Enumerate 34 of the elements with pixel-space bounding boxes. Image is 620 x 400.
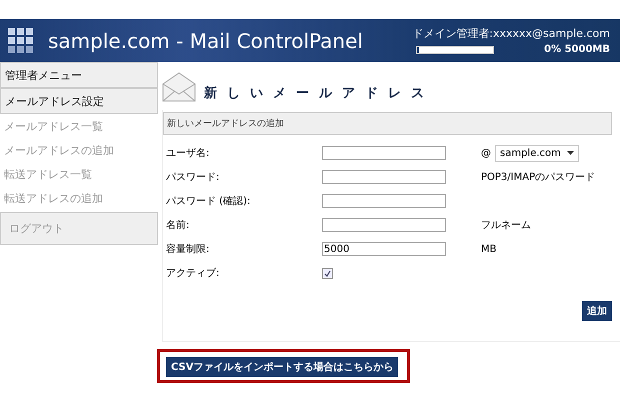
- field-hint: MB: [481, 244, 496, 254]
- section-heading: 新しいメールアドレスの追加: [163, 112, 612, 135]
- admin-account: ドメイン管理者:xxxxxx@sample.com: [412, 26, 610, 41]
- sidebar-item[interactable]: メールアドレスの追加: [0, 138, 158, 162]
- csv-import-button[interactable]: CSVファイルをインポートする場合はこちらから: [166, 357, 398, 377]
- field-hint: POP3/IMAPのパスワード: [481, 171, 596, 184]
- input-field[interactable]: [322, 146, 446, 160]
- logout-button[interactable]: ログアウト: [0, 212, 158, 245]
- envelope-icon: [162, 72, 196, 102]
- quota-reading: 0% 5000MB: [544, 44, 610, 55]
- field-label: アクティブ:: [166, 266, 220, 280]
- caret-icon: [566, 151, 574, 155]
- sidebar-item[interactable]: 転送アドレス一覧: [0, 162, 158, 186]
- at-sign: @: [481, 148, 491, 158]
- field-hint: フルネーム: [481, 219, 531, 232]
- input-field[interactable]: 5000: [322, 242, 446, 256]
- input-field[interactable]: [322, 170, 446, 184]
- app-title: sample.com - Mail ControlPanel: [48, 28, 364, 52]
- active-checkbox[interactable]: [322, 268, 333, 278]
- menu-section: メールアドレス設定: [0, 88, 158, 114]
- domain-dropdown[interactable]: sample.com: [495, 144, 579, 162]
- field-label: 容量制限:: [166, 242, 210, 256]
- field-label: パスワード:: [166, 171, 220, 184]
- field-label: パスワード (確認):: [166, 194, 252, 208]
- field-label: ユーザ名:: [166, 147, 210, 160]
- input-field[interactable]: [322, 194, 446, 208]
- sidebar-item[interactable]: 転送アドレスの追加: [0, 186, 158, 210]
- input-field[interactable]: [322, 218, 446, 232]
- add-button[interactable]: 追加: [582, 301, 612, 321]
- page-title: 新しいメールアドレス: [204, 84, 434, 102]
- menu-heading: 管理者メニュー: [0, 62, 158, 88]
- sidebar-item[interactable]: メールアドレス一覧: [0, 114, 158, 138]
- grid-logo-icon: [8, 28, 34, 54]
- field-label: 名前:: [166, 219, 190, 232]
